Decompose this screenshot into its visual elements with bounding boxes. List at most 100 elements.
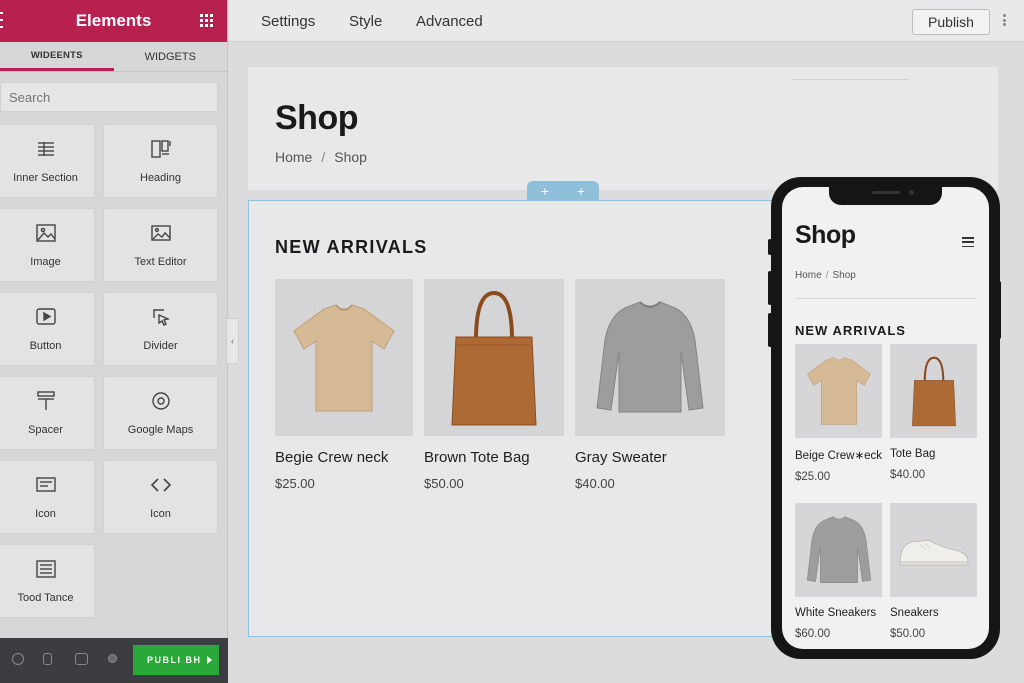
phone-volume-down-button: [768, 313, 772, 347]
editor-topbar: Settings Style Advanced Publish: [229, 0, 1024, 42]
add-element-icon[interactable]: +: [577, 183, 585, 199]
section-handle[interactable]: + +: [527, 181, 599, 201]
widget-label: Icon: [35, 508, 56, 520]
mobile-product-card[interactable]: White Sneakers $60.00: [795, 503, 882, 640]
more-options-icon[interactable]: [1003, 14, 1006, 26]
widget-heading[interactable]: Heading: [103, 124, 218, 198]
publish-button[interactable]: PUBLI BH: [133, 645, 219, 675]
phone-power-button: [997, 281, 1001, 339]
product-card[interactable]: Gray Sweater $40.00: [575, 279, 725, 491]
widget-text-block[interactable]: Tood Tance: [0, 544, 95, 618]
mobile-product-image[interactable]: [795, 503, 882, 597]
breadcrumb-current: Shop: [334, 149, 367, 165]
tab-settings[interactable]: Settings: [261, 13, 315, 30]
mobile-product-name[interactable]: Beige Crew∗eck: [795, 448, 882, 462]
widget-html[interactable]: Icon: [103, 460, 218, 534]
product-card[interactable]: Begie Crew neck $25.00: [275, 279, 413, 491]
product-card[interactable]: Brown Tote Bag $50.00: [424, 279, 564, 491]
widget-spacer[interactable]: Spacer: [0, 376, 95, 450]
widget-label: Text Editor: [134, 256, 187, 268]
mobile-product-price: $60.00: [795, 628, 831, 640]
image-icon: [35, 224, 56, 242]
beige-tshirt-image: [293, 303, 395, 411]
mobile-product-image[interactable]: [890, 344, 977, 438]
mobile-breadcrumb-current: Shop: [832, 270, 856, 281]
page-title: Shop: [275, 99, 358, 137]
mobile-section-heading: NEW ARRIVALS: [795, 323, 906, 338]
phone-notch: [829, 187, 942, 205]
text-editor-icon: [150, 225, 171, 241]
mobile-product-card[interactable]: Sneakers $50.00: [890, 503, 977, 640]
widget-divider[interactable]: Divider: [103, 292, 218, 366]
add-section-icon[interactable]: +: [541, 183, 549, 199]
product-name[interactable]: Begie Crew neck: [275, 449, 413, 466]
tab-advanced[interactable]: Advanced: [416, 13, 483, 30]
mobile-hamburger-icon[interactable]: [962, 237, 974, 247]
panel-footer: PUBLI BH: [0, 638, 228, 683]
product-image[interactable]: [575, 279, 725, 436]
divider-icon: [152, 309, 170, 326]
page-header-section[interactable]: Shop Home / Shop: [248, 67, 998, 190]
hamburger-menu-icon[interactable]: [0, 12, 3, 28]
breadcrumb-home[interactable]: Home: [275, 149, 312, 165]
panel-title: Elements: [75, 11, 152, 30]
section-heading: NEW ARRIVALS: [275, 237, 428, 257]
mobile-product-image[interactable]: [795, 344, 882, 438]
mobile-breadcrumb: Home / Shop: [795, 270, 856, 281]
widget-icon[interactable]: Icon: [0, 460, 95, 534]
phone-screen: Shop Home / Shop NEW ARRIVALS Beige Crew∗e…: [782, 187, 989, 649]
mobile-product-card[interactable]: Beige Crew∗eck $25.00: [795, 344, 882, 483]
tab-widgets[interactable]: WIDGETS: [114, 42, 228, 71]
brown-tote-bag-image: [451, 290, 537, 426]
mobile-preview-phone: Shop Home / Shop NEW ARRIVALS Beige Crew∗e…: [768, 177, 1001, 659]
product-image[interactable]: [424, 279, 564, 436]
product-name[interactable]: Brown Tote Bag: [424, 449, 564, 466]
mobile-breadcrumb-separator: /: [825, 270, 829, 281]
button-icon: [35, 308, 56, 325]
spacer-icon: [36, 391, 55, 410]
collapse-panel-handle[interactable]: ‹: [226, 318, 239, 364]
preview-icon[interactable]: [108, 654, 117, 663]
history-icon[interactable]: [75, 653, 88, 665]
widget-label: Button: [29, 340, 62, 352]
mobile-product-name[interactable]: Sneakers: [890, 607, 977, 619]
phone-volume-up-button: [768, 271, 772, 305]
product-image[interactable]: [275, 279, 413, 436]
apps-grid-icon[interactable]: [200, 14, 213, 27]
mobile-product-name[interactable]: White Sneakers: [795, 607, 882, 619]
brown-tote-bag-image: [911, 356, 956, 427]
caret-right-icon[interactable]: [207, 656, 212, 664]
heading-icon: [150, 140, 171, 158]
widget-search-input[interactable]: [0, 82, 218, 112]
widget-button[interactable]: Button: [0, 292, 95, 366]
mobile-product-name[interactable]: Tote Bag: [890, 448, 977, 460]
phone-mute-button: [768, 239, 772, 255]
icon-icon: [35, 477, 56, 492]
widget-label: Inner Section: [13, 172, 78, 184]
widget-google-maps[interactable]: Google Maps: [103, 376, 218, 450]
widget-label: Spacer: [28, 424, 63, 436]
mobile-breadcrumb-home[interactable]: Home: [795, 270, 822, 281]
panel-tabs: WIDEENTS WIDGETS: [0, 42, 227, 72]
tab-style[interactable]: Style: [349, 13, 382, 30]
widget-text-editor[interactable]: Text Editor: [103, 208, 218, 282]
chevron-left-icon: ‹: [231, 336, 234, 346]
tab-elements[interactable]: WIDEENTS: [0, 42, 114, 71]
mobile-product-card[interactable]: Tote Bag $40.00: [890, 344, 977, 481]
settings-icon[interactable]: [12, 653, 24, 665]
product-name[interactable]: Gray Sweater: [575, 449, 725, 466]
widget-label: Heading: [140, 172, 181, 184]
code-icon: [150, 478, 171, 492]
widget-label: Divider: [143, 340, 178, 352]
text-block-icon: [35, 560, 56, 578]
mobile-product-image[interactable]: [890, 503, 977, 597]
mobile-product-price: $25.00: [795, 471, 831, 483]
navigator-icon[interactable]: [43, 653, 52, 665]
publish-top-button[interactable]: Publish: [912, 9, 990, 35]
white-sneakers-image: [899, 539, 968, 566]
widget-image[interactable]: Image: [0, 208, 95, 282]
product-price: $25.00: [275, 476, 315, 491]
widget-inner-section[interactable]: Inner Section: [0, 124, 95, 198]
beige-tshirt-image: [806, 357, 871, 425]
elements-panel: Elements WIDEENTS WIDGETS Inner Section …: [0, 0, 228, 683]
